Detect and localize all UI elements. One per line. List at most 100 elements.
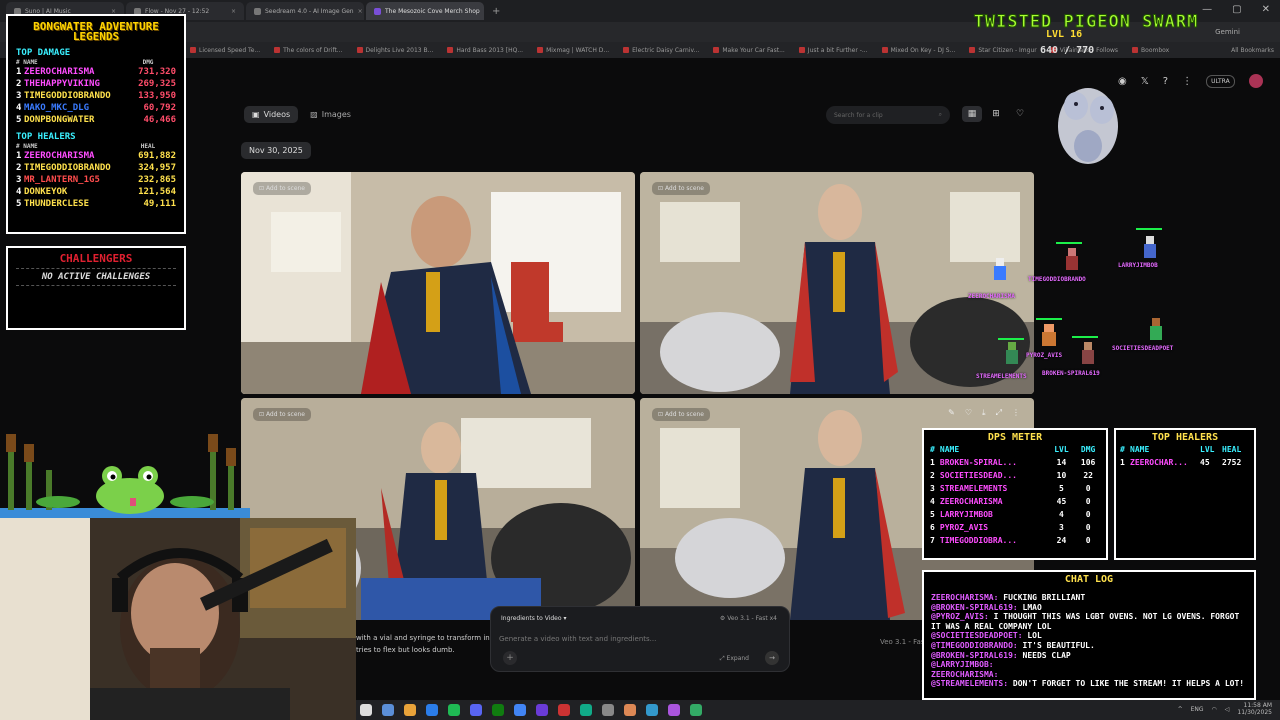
avatar[interactable]: [1248, 74, 1263, 88]
bookmark[interactable]: Mixmag | WATCH D...: [537, 47, 609, 54]
bookmark[interactable]: Make Your Car Fast...: [713, 47, 785, 54]
close-tab-icon[interactable]: ×: [358, 8, 363, 15]
tab-videos[interactable]: ▣ Videos: [244, 106, 299, 123]
player-value: 133,950: [138, 91, 176, 101]
player-name: MR_LANTERN_1G5: [24, 175, 100, 185]
favorite-icon[interactable]: ♡: [965, 408, 972, 418]
app-icon[interactable]: [668, 704, 680, 716]
bookmark[interactable]: Just a bit Further -...: [798, 47, 868, 54]
bookmark[interactable]: Boombox: [1132, 47, 1169, 54]
app-icon[interactable]: [580, 704, 592, 716]
dps-row: 7 TIMEGODDIOBRA... 24 0: [930, 534, 1100, 547]
bookmark[interactable]: The colors of Drift...: [274, 47, 343, 54]
chat-username: @PYROZ_AVIS:: [931, 612, 989, 622]
video-clip[interactable]: ⊡ Add to scene: [241, 172, 635, 394]
character-label: STREAMELEMENTS: [976, 373, 1027, 380]
pigeon-boss-sprite: [1058, 88, 1118, 164]
chat-title: CHAT LOG: [1064, 574, 1114, 585]
all-bookmarks[interactable]: All Bookmarks: [1231, 47, 1274, 54]
bookmark[interactable]: Electric Daisy Carniv...: [623, 47, 699, 54]
windows-start-icon[interactable]: [360, 704, 372, 716]
bookmark[interactable]: Delights Live 2013 B...: [356, 47, 433, 54]
app-icon[interactable]: [558, 704, 570, 716]
leaderboard-row: 2 TIMEGODDIOBRANDO 324,957: [16, 162, 176, 174]
leaderboard-row: 4 DONKEYOK 121,564: [16, 186, 176, 198]
bookmark[interactable]: Hard Bass 2013 [HQ...: [447, 47, 523, 54]
dps-name: BROKEN-SPIRAL...: [939, 458, 1017, 467]
wifi-icon[interactable]: ◠: [1212, 706, 1217, 713]
leaderboard-row: 3 TIMEGODDIOBRANDO 133,950: [16, 90, 176, 102]
app-icon[interactable]: [624, 704, 636, 716]
divider: [16, 285, 176, 286]
bookmark-favicon-icon: [1132, 47, 1139, 53]
expand-button[interactable]: ⤢ Expand: [720, 655, 749, 663]
send-icon[interactable]: →: [765, 651, 779, 665]
grid-view-icon[interactable]: ▦: [962, 106, 982, 122]
character-label: TIMEGODDIOBRANDO: [1028, 276, 1086, 283]
tray-expand-icon[interactable]: ^: [1178, 706, 1183, 713]
add-to-scene-button[interactable]: ⊡ Add to scene: [652, 182, 711, 195]
add-to-scene-button[interactable]: ⊡ Add to scene: [253, 408, 312, 421]
discord-taskbar-icon[interactable]: [470, 704, 482, 716]
app-icon[interactable]: [602, 704, 614, 716]
bookmark[interactable]: Star Citizen - Imgur: [969, 47, 1037, 54]
add-ingredient-icon[interactable]: +: [503, 651, 517, 665]
new-tab-icon[interactable]: +: [492, 6, 500, 17]
player-value: 46,466: [143, 115, 176, 125]
bookmark[interactable]: Licensed Speed Te...: [190, 47, 260, 54]
dps-dmg: 106: [1080, 458, 1096, 467]
scene-icon: ⊡: [658, 411, 665, 418]
model-select[interactable]: ⚙ Veo 3.1 - Fast x4: [720, 615, 777, 622]
chat-text: NEEDS CLAP: [1022, 650, 1071, 660]
app-icon[interactable]: [646, 704, 658, 716]
more-icon[interactable]: ⋮: [1012, 408, 1020, 418]
health-bar: [1136, 228, 1162, 230]
language-indicator[interactable]: ENG: [1191, 706, 1204, 713]
bookmark-favicon-icon: [623, 47, 630, 53]
clip-thumbnail-image: [241, 172, 635, 394]
streamer-camera-image: [0, 518, 356, 720]
spotify-icon[interactable]: [448, 704, 460, 716]
large-grid-icon[interactable]: ⊞: [986, 106, 1006, 122]
favorites-icon[interactable]: ♡: [1010, 106, 1030, 122]
dps-rank: 6: [930, 523, 935, 532]
bookmark[interactable]: Mixed On Key - DJ S...: [881, 47, 955, 54]
app-icon[interactable]: [690, 704, 702, 716]
browser-tab[interactable]: The Mesozoic Cove Merch Shop×: [366, 2, 484, 20]
chat-username: @BROKEN-SPIRAL619:: [931, 650, 1018, 660]
chat-username: @TIMEGODDIOBRANDO:: [931, 641, 1018, 651]
download-icon[interactable]: ⤓: [982, 408, 986, 418]
video-clip[interactable]: ⊡ Add to scene: [640, 172, 1034, 394]
add-to-scene-button[interactable]: ⊡ Add to scene: [253, 182, 312, 195]
scene-icon: ⊡: [658, 185, 665, 192]
chrome-icon[interactable]: [514, 704, 526, 716]
heal-list: 1 ZEEROCHARISMA 691,882 2 TIMEGODDIOBRANDO 32…: [8, 150, 184, 210]
search-taskbar-icon[interactable]: [382, 704, 394, 716]
browser-tab[interactable]: Seedream 4.0 - AI Image Gen ×: [246, 2, 364, 20]
leaderboard-row: 2 THEHAPPYVIKING 269,325: [16, 78, 176, 90]
character-label: LARRYJIMBOB: [1118, 262, 1158, 269]
add-to-scene-button[interactable]: ⊡ Add to scene: [652, 408, 711, 421]
expand-icon[interactable]: ⤢: [996, 408, 1002, 418]
xbox-icon[interactable]: [492, 704, 504, 716]
close-window-icon[interactable]: ✕: [1262, 4, 1270, 15]
dps-row: 5 LARRYJIMBOB 4 0: [930, 508, 1100, 521]
x-icon[interactable]: 𝕏: [1141, 76, 1149, 87]
obs-icon[interactable]: [536, 704, 548, 716]
more-icon[interactable]: ⋮: [1182, 76, 1192, 87]
mode-select[interactable]: Ingredients to Video ▾: [501, 615, 566, 622]
prompt-input[interactable]: Generate a video with text and ingredien…: [499, 635, 656, 643]
dps-lvl: 14: [1056, 458, 1067, 467]
edge-icon[interactable]: [426, 704, 438, 716]
leaderboard-row: 3 MR_LANTERN_1G5 232,865: [16, 174, 176, 186]
chat-message: @BROKEN-SPIRAL619: NEEDS CLAP: [931, 651, 1247, 661]
edit-icon[interactable]: ✎: [948, 408, 955, 418]
tab-images[interactable]: ▨ Images: [302, 106, 359, 123]
close-tab-icon[interactable]: ×: [231, 8, 236, 15]
clock[interactable]: 11:58 AM 11/30/2025: [1237, 702, 1272, 716]
help-icon[interactable]: ?: [1163, 76, 1168, 87]
search-input[interactable]: Search for a clip ⌕: [826, 106, 950, 124]
volume-icon[interactable]: ◁: [1225, 706, 1230, 713]
character-sprite-icon: [1006, 342, 1018, 364]
file-explorer-icon[interactable]: [404, 704, 416, 716]
